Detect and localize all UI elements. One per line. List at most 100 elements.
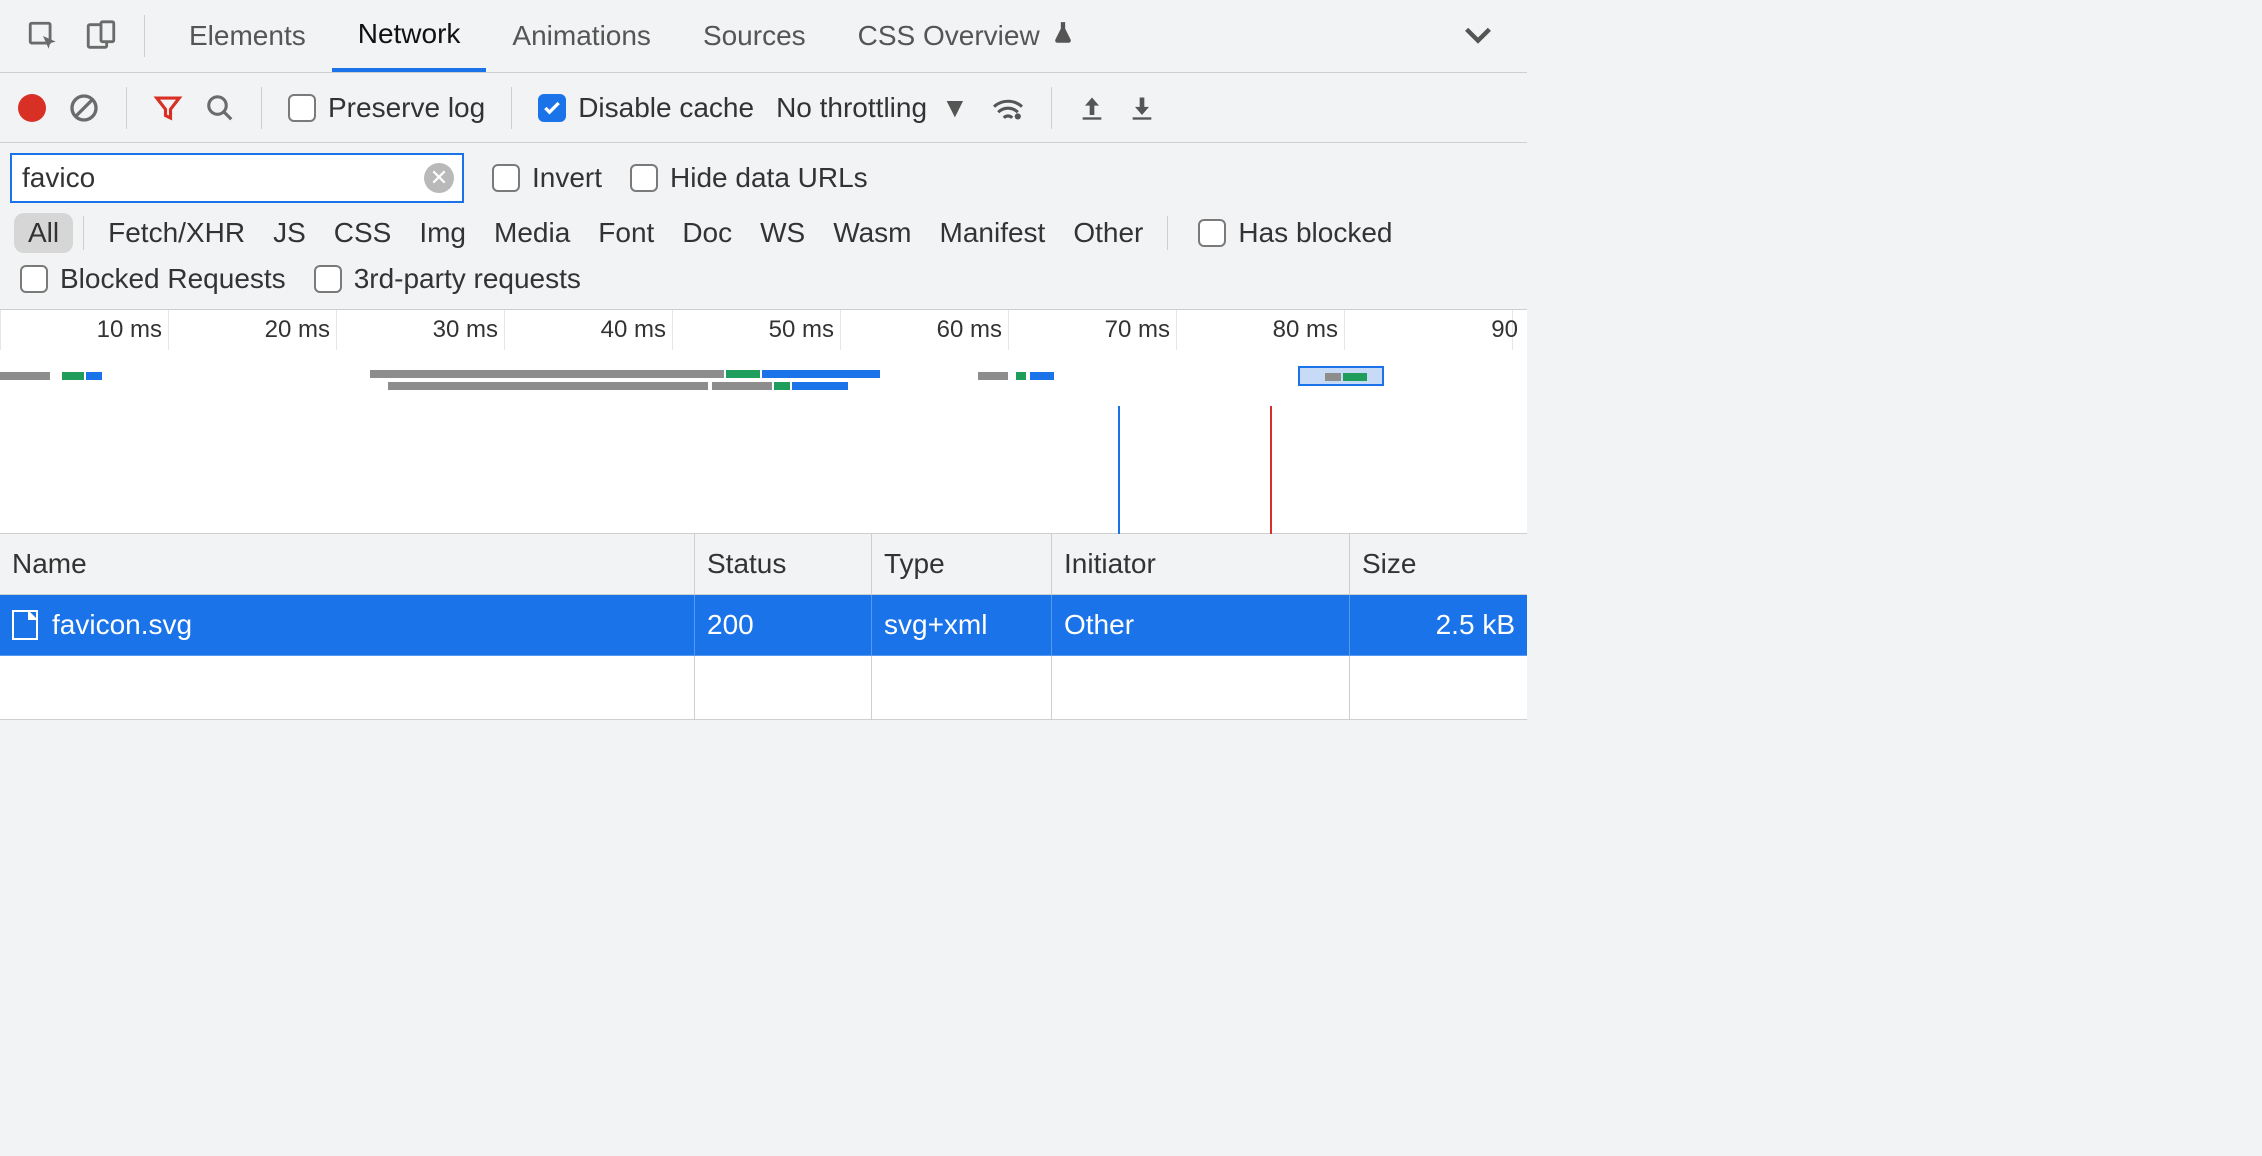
cell-type: svg+xml [872, 595, 1052, 656]
devtools-tabbar: Elements Network Animations Sources CSS … [0, 0, 1527, 73]
type-chip-manifest[interactable]: Manifest [926, 213, 1060, 253]
tab-label: Animations [512, 20, 651, 52]
checkbox-box [1198, 219, 1226, 247]
tab-network[interactable]: Network [332, 0, 487, 72]
checkbox-label: Blocked Requests [60, 263, 286, 295]
timeline-tick: 20 ms [265, 316, 336, 344]
disable-cache-checkbox[interactable]: Disable cache [538, 92, 754, 124]
preserve-log-checkbox[interactable]: Preserve log [288, 92, 485, 124]
timeline-tick: 90 [1491, 316, 1524, 344]
timeline-tick: 70 ms [1105, 316, 1176, 344]
checkbox-box [314, 265, 342, 293]
checkbox-label: Has blocked [1238, 217, 1392, 249]
checkbox-box [20, 265, 48, 293]
clear-filter-icon[interactable]: ✕ [424, 163, 454, 193]
tab-label: CSS Overview [858, 20, 1040, 52]
timeline-tick: 30 ms [433, 316, 504, 344]
tab-animations[interactable]: Animations [486, 0, 677, 72]
chevron-down-icon: ▼ [941, 92, 969, 124]
cell-name: favicon.svg [52, 609, 192, 641]
timeline-ruler: 10 ms 20 ms 30 ms 40 ms 50 ms 60 ms 70 m… [0, 310, 1527, 350]
throttling-select[interactable]: No throttling ▼ [776, 92, 969, 124]
tab-sources[interactable]: Sources [677, 0, 832, 72]
requests-table: Name Status Type Initiator Size favicon.… [0, 533, 1527, 720]
invert-checkbox[interactable]: Invert [492, 162, 602, 194]
divider [1051, 87, 1052, 129]
column-size[interactable]: Size [1350, 534, 1527, 595]
checkbox-label: 3rd-party requests [354, 263, 581, 295]
timeline-tick: 60 ms [937, 316, 1008, 344]
type-chip-fetch-xhr[interactable]: Fetch/XHR [94, 213, 259, 253]
divider [83, 216, 84, 250]
table-header: Name Status Type Initiator Size [0, 534, 1527, 595]
load-event-line [1270, 406, 1272, 534]
checkbox-box [538, 94, 566, 122]
checkbox-label: Preserve log [328, 92, 485, 124]
inspect-element-icon[interactable] [18, 11, 68, 61]
type-chip-ws[interactable]: WS [746, 213, 819, 253]
third-party-checkbox[interactable]: 3rd-party requests [314, 263, 581, 295]
tab-label: Sources [703, 20, 806, 52]
column-type[interactable]: Type [872, 534, 1052, 595]
flask-icon [1050, 20, 1076, 53]
divider [144, 15, 145, 57]
search-icon[interactable] [205, 93, 235, 123]
column-initiator[interactable]: Initiator [1052, 534, 1350, 595]
type-chip-font[interactable]: Font [584, 213, 668, 253]
clear-icon[interactable] [68, 92, 100, 124]
filter-input[interactable] [22, 162, 416, 194]
network-conditions-icon[interactable] [991, 94, 1025, 122]
timeline-tick: 10 ms [97, 316, 168, 344]
type-filter-row-2: Blocked Requests 3rd-party requests [0, 253, 1527, 309]
cell-size: 2.5 kB [1350, 595, 1527, 656]
column-name[interactable]: Name [0, 534, 695, 595]
type-chip-wasm[interactable]: Wasm [819, 213, 925, 253]
filter-bar: ✕ Invert Hide data URLs [0, 143, 1527, 207]
tab-css-overview[interactable]: CSS Overview [832, 0, 1102, 72]
timeline-overview[interactable]: 10 ms 20 ms 30 ms 40 ms 50 ms 60 ms 70 m… [0, 309, 1527, 533]
more-tabs-button[interactable] [1447, 20, 1509, 52]
timeline-body [0, 350, 1527, 534]
divider [126, 87, 127, 129]
timeline-tick: 50 ms [769, 316, 840, 344]
checkbox-label: Invert [532, 162, 602, 194]
checkbox-box [492, 164, 520, 192]
type-chip-js[interactable]: JS [259, 213, 320, 253]
column-status[interactable]: Status [695, 534, 872, 595]
type-chip-other[interactable]: Other [1059, 213, 1157, 253]
blocked-requests-checkbox[interactable]: Blocked Requests [20, 263, 286, 295]
type-chip-doc[interactable]: Doc [668, 213, 746, 253]
divider [511, 87, 512, 129]
tab-elements[interactable]: Elements [163, 0, 332, 72]
checkbox-label: Hide data URLs [670, 162, 868, 194]
cell-initiator: Other [1052, 595, 1350, 656]
checkbox-label: Disable cache [578, 92, 754, 124]
tab-label: Network [358, 18, 461, 50]
cell-status: 200 [695, 595, 872, 656]
type-filter-row: All Fetch/XHR JS CSS Img Media Font Doc … [0, 207, 1527, 253]
type-chip-all[interactable]: All [14, 213, 73, 253]
filter-input-wrapper: ✕ [10, 153, 464, 203]
filter-icon[interactable] [153, 93, 183, 123]
type-chip-media[interactable]: Media [480, 213, 584, 253]
timeline-selection[interactable] [1298, 366, 1384, 386]
checkbox-box [630, 164, 658, 192]
domcontentloaded-line [1118, 406, 1120, 534]
table-row[interactable]: favicon.svg 200 svg+xml Other 2.5 kB [0, 595, 1527, 656]
divider [1167, 216, 1168, 250]
network-toolbar: Preserve log Disable cache No throttling… [0, 73, 1527, 143]
type-chip-css[interactable]: CSS [320, 213, 406, 253]
upload-har-icon[interactable] [1078, 94, 1106, 122]
tab-label: Elements [189, 20, 306, 52]
record-button[interactable] [18, 94, 46, 122]
type-chip-img[interactable]: Img [405, 213, 480, 253]
hide-data-urls-checkbox[interactable]: Hide data URLs [630, 162, 868, 194]
throttling-value: No throttling [776, 92, 927, 124]
file-icon [12, 610, 38, 640]
download-har-icon[interactable] [1128, 94, 1156, 122]
divider [261, 87, 262, 129]
panel-tabs: Elements Network Animations Sources CSS … [163, 0, 1102, 72]
has-blocked-checkbox[interactable]: Has blocked [1198, 217, 1392, 249]
checkbox-box [288, 94, 316, 122]
device-toolbar-icon[interactable] [76, 11, 126, 61]
